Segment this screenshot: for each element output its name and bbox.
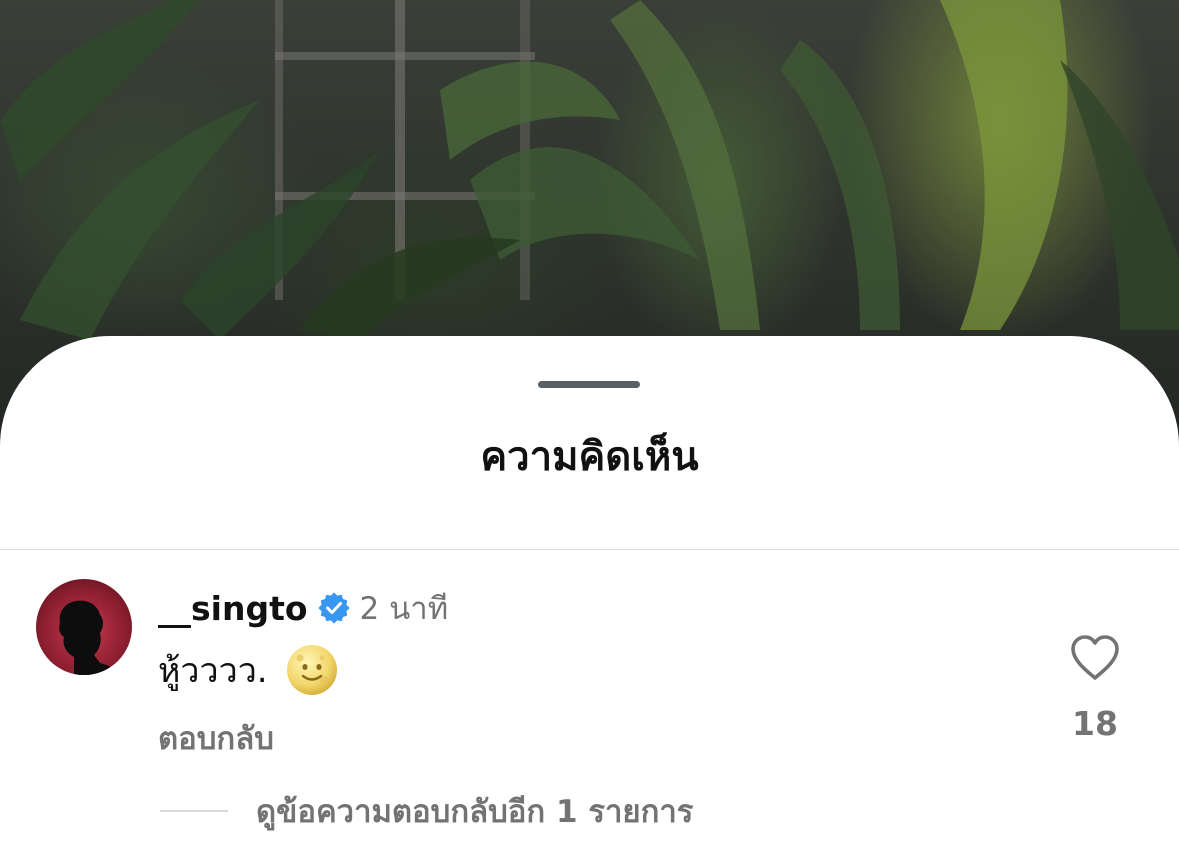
replies-connector-line: [160, 810, 228, 812]
avatar[interactable]: [36, 579, 132, 675]
header-divider: [0, 549, 1179, 550]
comment-timestamp: 2 นาที: [359, 591, 449, 627]
comments-bottom-sheet: ความคิดเห็น __singto 2 นาที หู้วววว. ตอบ…: [0, 336, 1179, 857]
view-replies-button[interactable]: ดูข้อความตอบกลับอีก 1 รายการ: [160, 786, 693, 836]
comment-text: หู้วววว.: [158, 651, 268, 691]
sheet-title: ความคิดเห็น: [480, 434, 699, 480]
view-replies-label: ดูข้อความตอบกลับอีก 1 รายการ: [256, 794, 694, 830]
full-moon-face-icon: [286, 644, 338, 696]
reply-button[interactable]: ตอบกลับ: [158, 713, 274, 763]
comments-screen: ความคิดเห็น __singto 2 นาที หู้วววว. ตอบ…: [0, 0, 1179, 857]
comment-username[interactable]: __singto: [158, 589, 308, 628]
heart-icon[interactable]: [1069, 634, 1121, 682]
verified-badge-icon: [317, 592, 350, 624]
avatar-silhouette-icon: [59, 600, 122, 675]
like-count: 18: [1072, 704, 1118, 743]
sheet-grabber-handle[interactable]: [538, 381, 640, 388]
like-control: 18: [1058, 634, 1132, 743]
comment-header: __singto 2 นาที: [158, 586, 448, 630]
comment-body: หู้วววว.: [158, 642, 338, 698]
